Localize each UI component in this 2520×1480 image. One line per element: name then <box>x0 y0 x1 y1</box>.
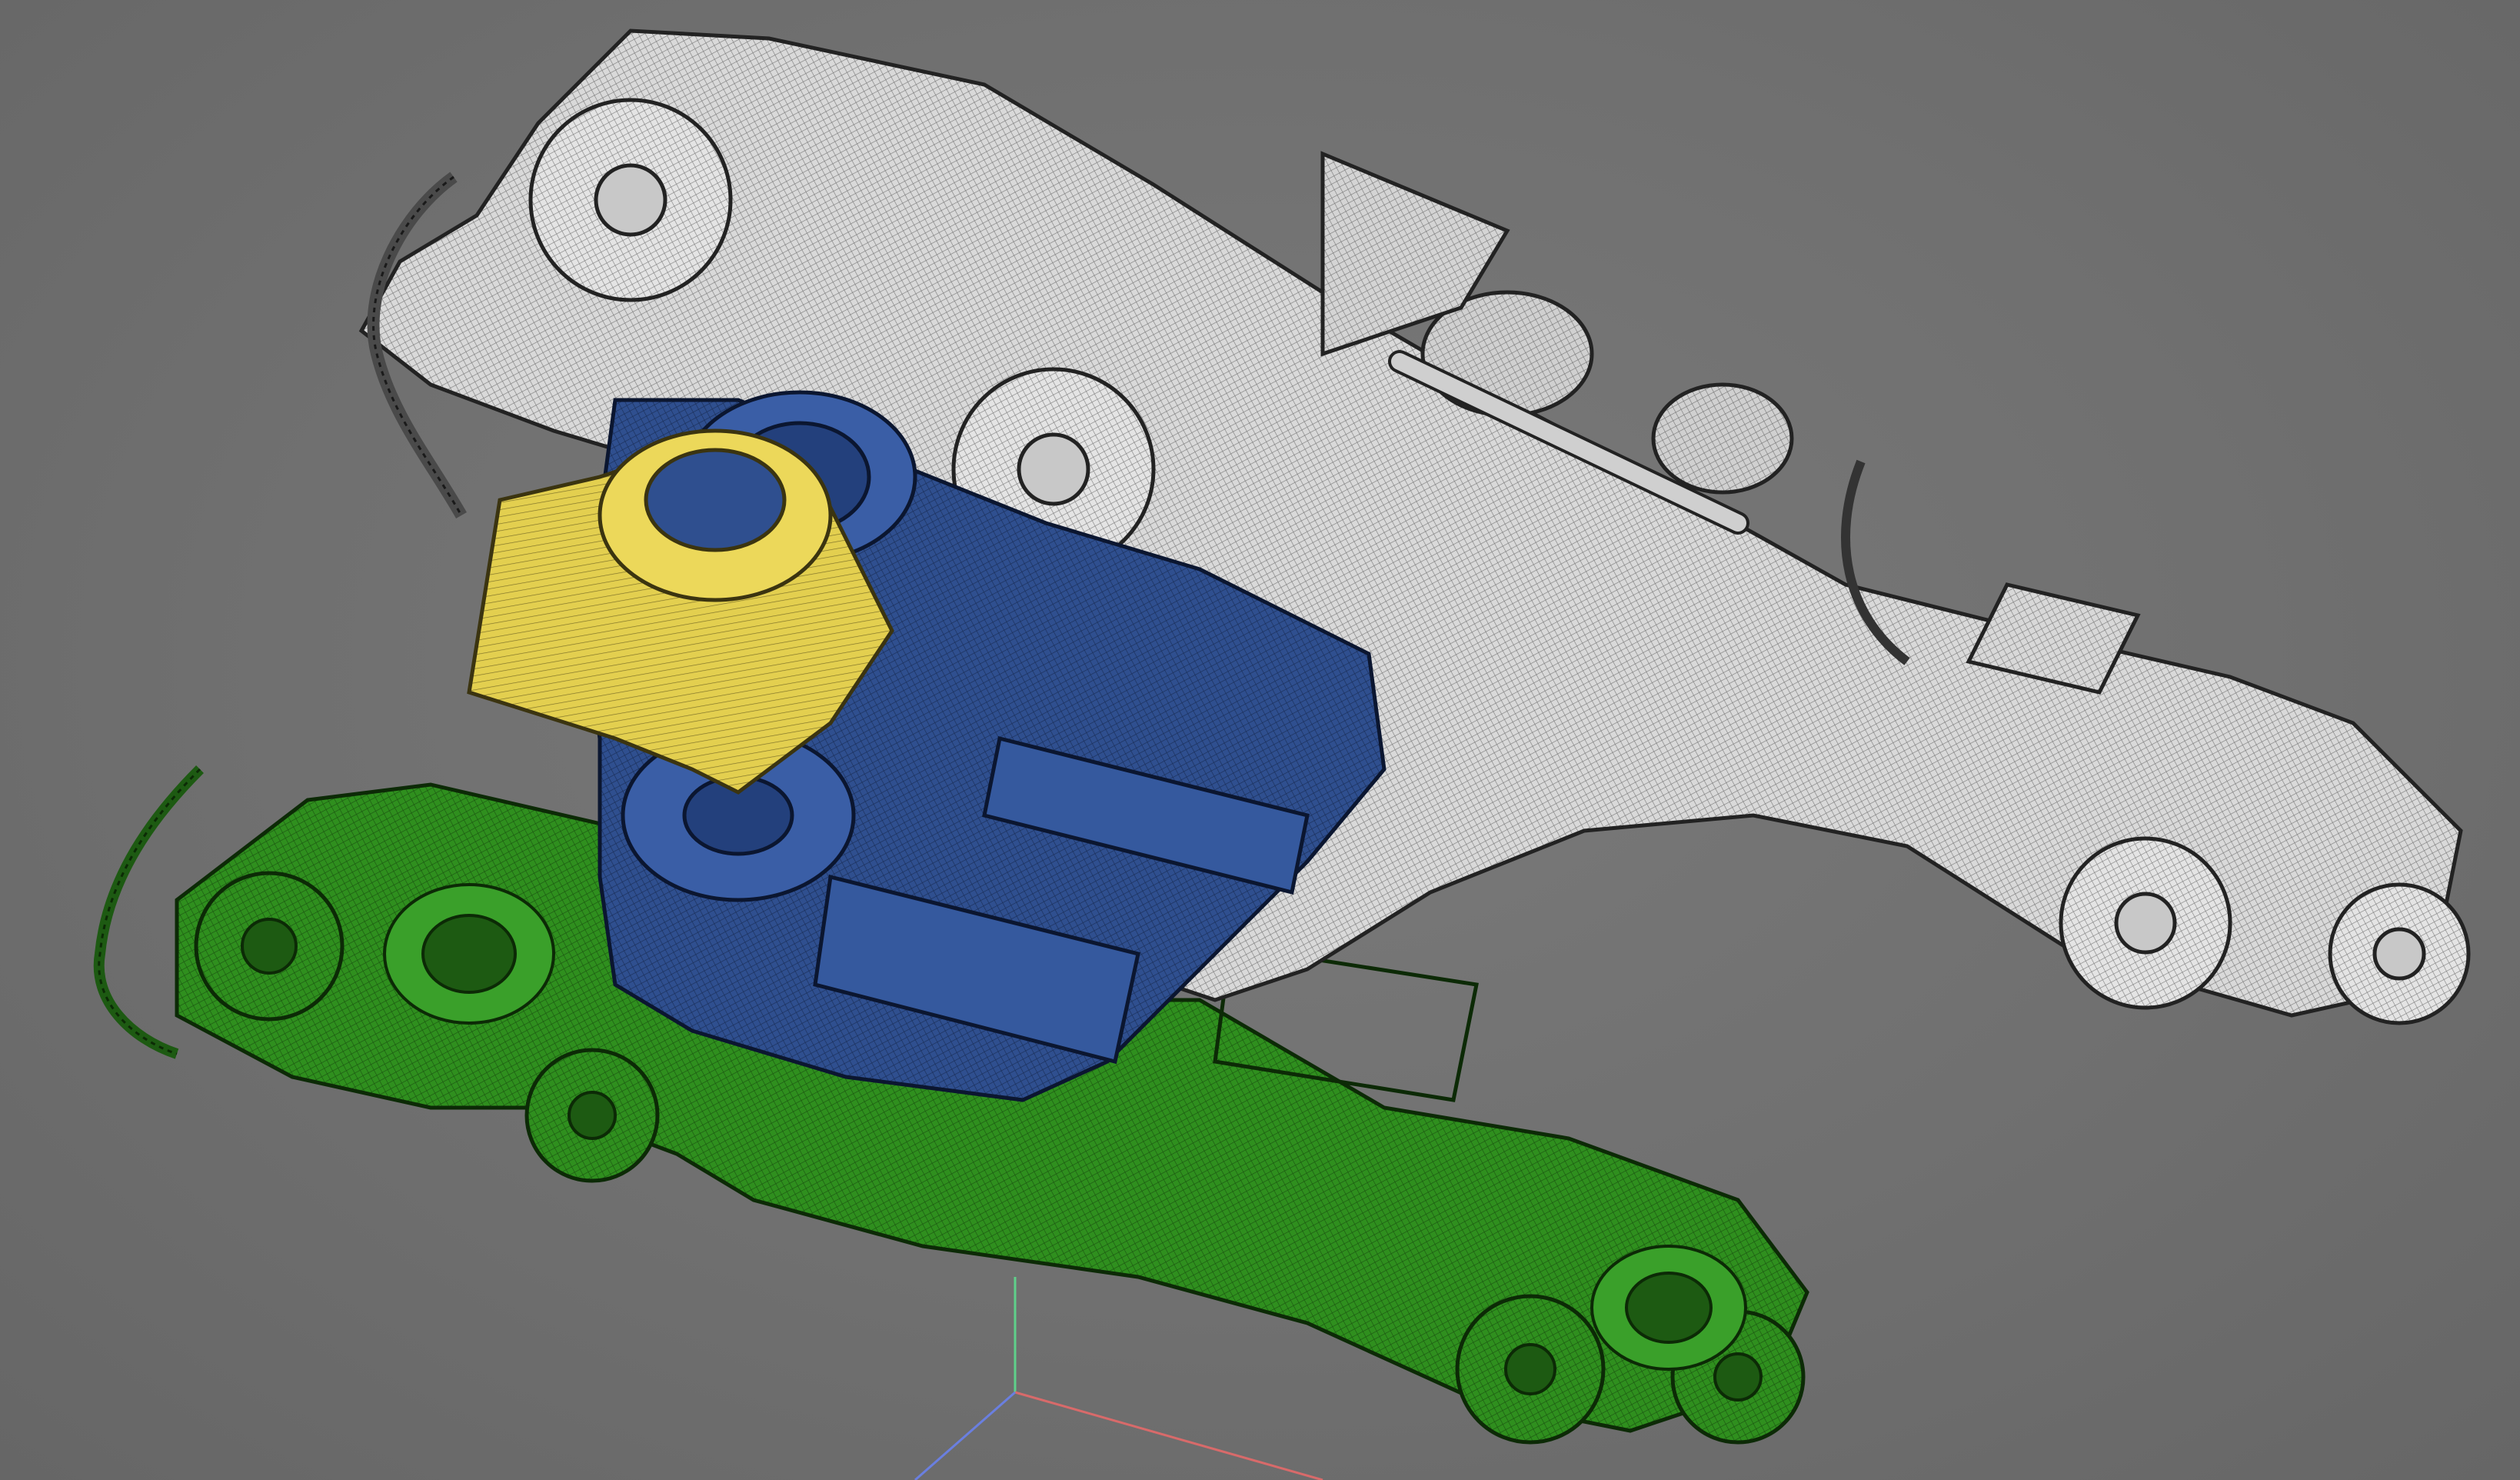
model-scene[interactable] <box>0 0 2520 1480</box>
z-axis-line <box>914 1391 1016 1480</box>
3d-viewport[interactable] <box>0 0 2520 1480</box>
x-axis-line <box>1014 1391 1323 1480</box>
